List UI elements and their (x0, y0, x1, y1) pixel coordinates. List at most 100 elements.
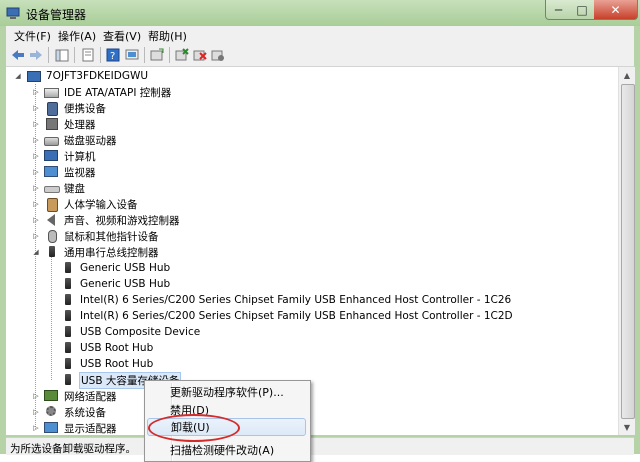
vertical-scrollbar[interactable]: ▲ ▼ (618, 67, 635, 435)
toolbar-separator (74, 47, 75, 63)
mouse-icon (44, 230, 60, 243)
disk-drive-icon (44, 134, 60, 146)
forward-icon[interactable] (28, 47, 44, 63)
menu-help[interactable]: 帮助(H) (148, 28, 187, 44)
tree-node-label: 人体学输入设备 (64, 198, 138, 211)
scroll-down-icon[interactable]: ▼ (619, 419, 635, 435)
tree-node-portable[interactable]: ▷ 便携设备 (32, 100, 107, 116)
tree-node-processor[interactable]: ▷ 处理器 (32, 116, 97, 132)
tree-node-label: 便携设备 (64, 102, 106, 115)
usb-device-item[interactable]: USB Root Hub (60, 340, 154, 356)
show-hide-console-tree-icon[interactable] (54, 47, 70, 63)
tree-node-system[interactable]: ▷ 系统设备 (32, 404, 107, 420)
minimize-button[interactable]: ─ (545, 0, 572, 20)
tree-node-label: 通用串行总线控制器 (64, 246, 159, 259)
tree-node-label: IDE ATA/ATAPI 控制器 (64, 86, 172, 99)
usb-device-label: USB Composite Device (80, 326, 201, 338)
close-button[interactable]: ✕ (594, 0, 638, 20)
tree-node-label: 监视器 (64, 166, 96, 179)
usb-connector-icon (60, 262, 76, 274)
tree-node-mouse[interactable]: ▷ 鼠标和其他指针设备 (32, 228, 160, 244)
expand-arrow-icon[interactable]: ▷ (32, 184, 40, 193)
scan-hardware-icon[interactable] (124, 47, 140, 63)
back-icon[interactable] (10, 47, 26, 63)
toolbar-separator (48, 47, 49, 63)
expand-arrow-icon[interactable]: ▷ (32, 168, 40, 177)
collapse-arrow-icon[interactable]: ◢ (32, 248, 40, 257)
computer-icon (26, 70, 42, 82)
usb-device-label: USB Root Hub (80, 358, 154, 370)
tree-node-label: 系统设备 (64, 406, 106, 419)
usb-device-label: Generic USB Hub (80, 262, 171, 274)
expand-arrow-icon[interactable]: ▷ (32, 408, 40, 417)
disable-icon[interactable] (192, 47, 208, 63)
help-icon[interactable]: ? (105, 47, 121, 63)
usb-device-label: Generic USB Hub (80, 278, 171, 290)
maximize-button[interactable]: □ (570, 0, 595, 20)
tree-node-label: 声音、视频和游戏控制器 (64, 214, 180, 227)
properties-icon[interactable] (80, 47, 96, 63)
scrollbar-thumb[interactable] (621, 84, 635, 419)
usb-connector-icon (60, 342, 76, 354)
usb-device-item[interactable]: USB Composite Device (60, 324, 201, 340)
tree-node-sound[interactable]: ▷ 声音、视频和游戏控制器 (32, 212, 181, 228)
menu-action[interactable]: 操作(A) (58, 28, 96, 44)
tree-node-ide[interactable]: ▷ IDE ATA/ATAPI 控制器 (32, 84, 172, 100)
toolbar: ? (6, 44, 634, 67)
usb-device-label: USB Root Hub (80, 342, 154, 354)
expand-arrow-icon[interactable]: ▷ (32, 232, 40, 241)
tree-node-label: 鼠标和其他指针设备 (64, 230, 159, 243)
usb-device-item[interactable]: Intel(R) 6 Series/C200 Series Chipset Fa… (60, 292, 512, 308)
usb-device-label: Intel(R) 6 Series/C200 Series Chipset Fa… (80, 310, 513, 322)
menu-file[interactable]: 文件(F) (14, 28, 51, 44)
sound-icon (44, 214, 60, 226)
tree-line (51, 252, 52, 380)
usb-device-item[interactable]: Generic USB Hub (60, 260, 171, 276)
tree-node-monitor[interactable]: ▷ 监视器 (32, 164, 97, 180)
tree-node-disk[interactable]: ▷ 磁盘驱动器 (32, 132, 118, 148)
scroll-up-icon[interactable]: ▲ (619, 67, 635, 83)
keyboard-icon (44, 182, 60, 194)
usb-device-label: Intel(R) 6 Series/C200 Series Chipset Fa… (80, 294, 512, 306)
tree-node-label: 网络适配器 (64, 390, 117, 403)
toolbar-separator (100, 47, 101, 63)
ide-controller-icon (44, 86, 60, 98)
enable-icon[interactable] (210, 47, 226, 63)
device-manager-app-icon (6, 6, 20, 20)
tree-root[interactable]: ◢ 7OJFT3FDKEIDGWU (14, 68, 149, 84)
tree-node-network[interactable]: ▷ 网络适配器 (32, 388, 118, 404)
usb-device-item[interactable]: Generic USB Hub (60, 276, 171, 292)
tree-node-usb-controllers[interactable]: ◢ 通用串行总线控制器 (32, 244, 160, 260)
usb-connector-icon (60, 294, 76, 306)
collapse-arrow-icon[interactable]: ◢ (14, 72, 22, 81)
title-bar[interactable]: 设备管理器 ─ □ ✕ (0, 0, 640, 26)
usb-device-item[interactable]: USB Root Hub (60, 356, 154, 372)
usb-connector-icon (60, 310, 76, 322)
expand-arrow-icon[interactable]: ▷ (32, 200, 40, 209)
expand-arrow-icon[interactable]: ▷ (32, 136, 40, 145)
tree-node-display[interactable]: ▷ 显示适配器 (32, 420, 118, 435)
expand-arrow-icon[interactable]: ▷ (32, 424, 40, 433)
window-title: 设备管理器 (26, 8, 87, 22)
menu-view[interactable]: 查看(V) (103, 28, 141, 44)
tree-node-label: 计算机 (64, 150, 96, 163)
usb-device-item[interactable]: Intel(R) 6 Series/C200 Series Chipset Fa… (60, 308, 514, 324)
expand-arrow-icon[interactable]: ▷ (32, 120, 40, 129)
ctx-scan-hardware[interactable]: 扫描检测硬件改动(A) (147, 441, 306, 459)
tree-root-label: 7OJFT3FDKEIDGWU (46, 70, 149, 82)
uninstall-icon[interactable] (174, 47, 190, 63)
expand-arrow-icon[interactable]: ▷ (32, 216, 40, 225)
ctx-update-driver[interactable]: 更新驱动程序软件(P)... (147, 383, 306, 401)
usb-controller-icon (44, 246, 60, 258)
tree-node-hid[interactable]: ▷ 人体学输入设备 (32, 196, 139, 212)
menu-bar: 文件(F) 操作(A) 查看(V) 帮助(H) (6, 26, 634, 44)
expand-arrow-icon[interactable]: ▷ (32, 88, 40, 97)
expand-arrow-icon[interactable]: ▷ (32, 104, 40, 113)
expand-arrow-icon[interactable]: ▷ (32, 392, 40, 401)
tree-node-keyboard[interactable]: ▷ 键盘 (32, 180, 86, 196)
update-driver-icon[interactable] (149, 47, 165, 63)
device-tree[interactable]: ◢ 7OJFT3FDKEIDGWU ▷ IDE ATA/ATAPI 控制器 ▷ … (6, 67, 618, 435)
expand-arrow-icon[interactable]: ▷ (32, 152, 40, 161)
display-adapter-icon (44, 422, 60, 434)
tree-node-computer[interactable]: ▷ 计算机 (32, 148, 97, 164)
